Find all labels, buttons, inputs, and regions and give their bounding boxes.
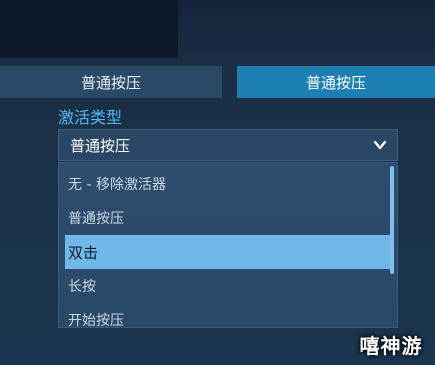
top-panel bbox=[0, 0, 435, 62]
activation-type-dropdown: 无 - 移除激活器 普通按压 双击 长按 开始按压 bbox=[58, 162, 398, 328]
option-label: 开始按压 bbox=[68, 313, 124, 328]
chevron-down-icon bbox=[373, 140, 387, 150]
option-label: 双击 bbox=[68, 243, 99, 262]
option-double-tap[interactable]: 双击 bbox=[65, 235, 392, 269]
option-label: 普通按压 bbox=[68, 211, 124, 227]
option-long-press[interactable]: 长按 bbox=[65, 269, 392, 303]
option-normal-press[interactable]: 普通按压 bbox=[65, 201, 392, 235]
activation-type-label: 激活类型 bbox=[58, 108, 123, 127]
tab-normal-press-active[interactable]: 普通按压 bbox=[237, 66, 435, 98]
tab-normal-press-left[interactable]: 普通按压 bbox=[0, 66, 222, 98]
select-value: 普通按压 bbox=[70, 136, 131, 155]
option-label: 长按 bbox=[68, 279, 96, 295]
tab-label: 普通按压 bbox=[80, 73, 141, 92]
activation-type-select[interactable]: 普通按压 bbox=[58, 129, 398, 161]
watermark-logo: 嘻神游 bbox=[359, 333, 423, 358]
tab-label: 普通按压 bbox=[305, 73, 366, 92]
option-start-press[interactable]: 开始按压 bbox=[65, 303, 392, 328]
option-label: 无 - 移除激活器 bbox=[68, 177, 166, 193]
dropdown-scrollbar[interactable] bbox=[390, 166, 394, 274]
option-none-remove-activator[interactable]: 无 - 移除激活器 bbox=[65, 167, 392, 201]
preview-area bbox=[0, 0, 178, 58]
